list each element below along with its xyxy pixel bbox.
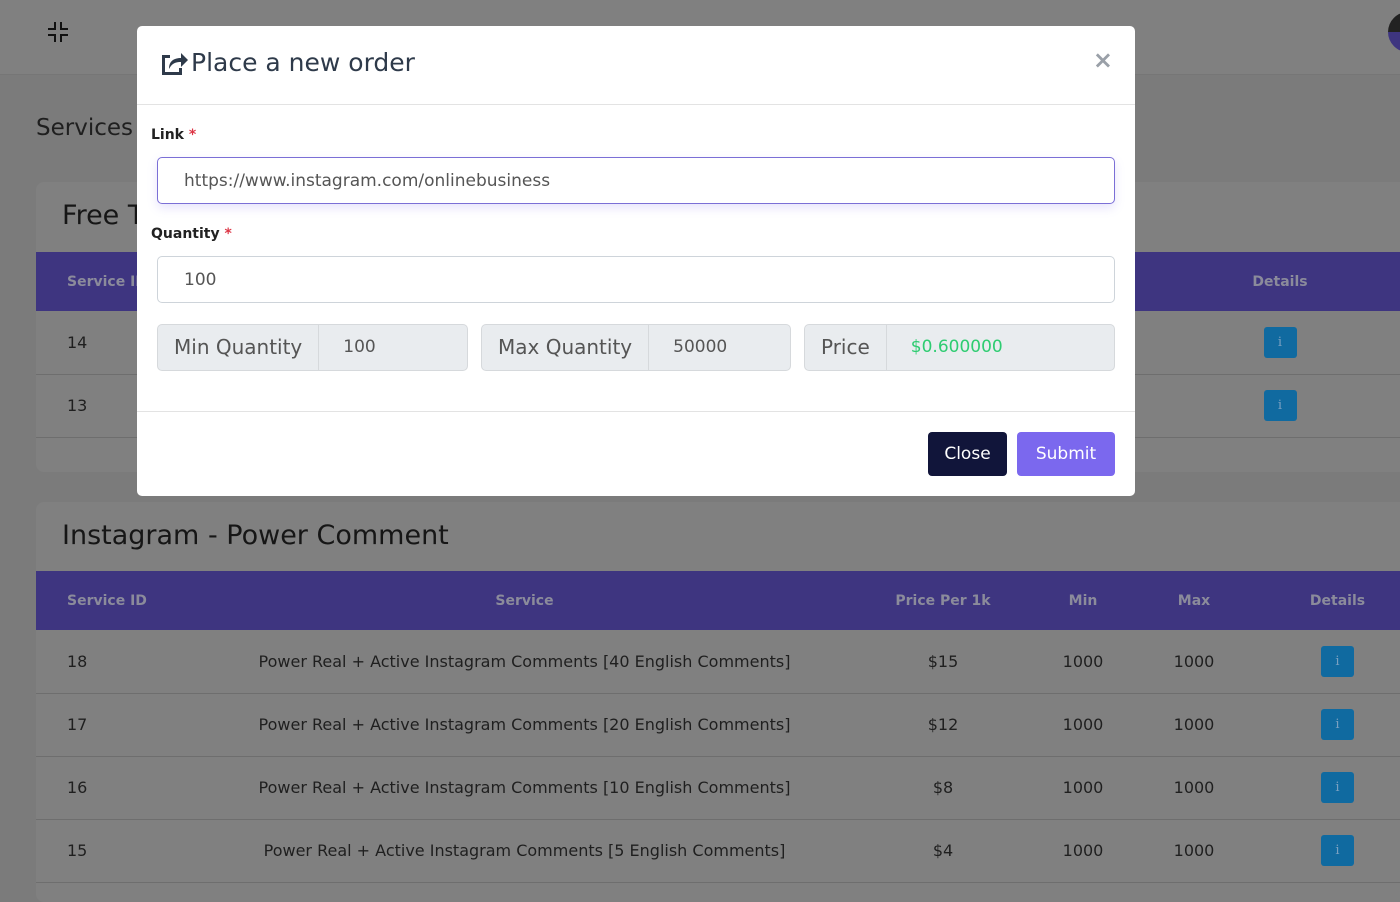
service-name: Power Real + Active Instagram Comments [… — [216, 819, 833, 883]
min: 1000 — [1053, 630, 1113, 694]
info-button[interactable]: i — [1263, 390, 1297, 421]
table-row: 16 Power Real + Active Instagram Comment… — [36, 756, 1400, 820]
col-service: Service — [216, 571, 833, 630]
avatar[interactable] — [1388, 12, 1400, 52]
close-button[interactable]: Close — [928, 432, 1007, 476]
service-id: 17 — [36, 693, 216, 757]
min-quantity-label: Min Quantity — [158, 325, 320, 370]
service-name: Power Real + Active Instagram Comments [… — [216, 630, 833, 694]
link-label: Link * — [151, 127, 197, 143]
price-per-1k: $8 — [833, 756, 1053, 820]
min: 1000 — [1053, 693, 1113, 757]
col-price: Price Per 1k — [833, 571, 1053, 630]
collapse-icon[interactable] — [46, 20, 70, 44]
info-button[interactable]: i — [1321, 772, 1354, 803]
service-name: Power Real + Active Instagram Comments [… — [216, 756, 833, 820]
col-details: Details — [1275, 571, 1400, 630]
price-label: Price — [805, 325, 887, 370]
service-id: 16 — [36, 756, 216, 820]
col-max: Max — [1113, 571, 1275, 630]
service-id: 15 — [36, 819, 216, 883]
page-title: Services — [36, 115, 133, 141]
max-quantity-label: Max Quantity — [482, 325, 650, 370]
card-title: Free T — [62, 200, 145, 231]
service-name: Power Real + Active Instagram Comments [… — [216, 693, 833, 757]
table-row: 18 Power Real + Active Instagram Comment… — [36, 630, 1400, 694]
min-quantity-value: 100 — [343, 337, 376, 357]
info-button[interactable]: i — [1263, 326, 1297, 358]
col-min: Min — [1053, 571, 1113, 630]
modal-footer-divider — [137, 411, 1135, 412]
price-per-1k: $15 — [833, 630, 1053, 694]
info-button[interactable]: i — [1321, 835, 1354, 866]
service-id: 18 — [36, 630, 216, 694]
price-group: Price $0.600000 — [804, 324, 1115, 371]
min: 1000 — [1053, 756, 1113, 820]
info-button[interactable]: i — [1321, 709, 1354, 740]
table-row: 17 Power Real + Active Instagram Comment… — [36, 693, 1400, 757]
col-details: Details — [1200, 252, 1400, 311]
max: 1000 — [1113, 756, 1275, 820]
submit-button[interactable]: Submit — [1017, 432, 1115, 476]
max-quantity-value: 50000 — [673, 337, 728, 357]
max: 1000 — [1113, 630, 1275, 694]
table-row: 15 Power Real + Active Instagram Comment… — [36, 819, 1400, 883]
place-order-modal: Place a new order × Link * Quantity * Mi… — [137, 26, 1135, 496]
link-input[interactable] — [157, 157, 1115, 204]
price-per-1k: $4 — [833, 819, 1053, 883]
price-value: $0.600000 — [910, 337, 1003, 357]
price-per-1k: $12 — [833, 693, 1053, 757]
quantity-input[interactable] — [157, 256, 1115, 303]
max: 1000 — [1113, 693, 1275, 757]
quantity-label: Quantity * — [151, 226, 232, 242]
instagram-power-comment-card: Instagram - Power Comment Service ID Ser… — [36, 502, 1400, 902]
min-quantity-group: Min Quantity 100 — [157, 324, 468, 371]
card-title: Instagram - Power Comment — [62, 520, 449, 551]
modal-title: Place a new order — [191, 48, 415, 77]
max: 1000 — [1113, 819, 1275, 883]
col-service-id: Service ID — [36, 571, 216, 630]
info-button[interactable]: i — [1321, 645, 1354, 677]
max-quantity-group: Max Quantity 50000 — [481, 324, 791, 371]
share-icon — [162, 52, 188, 75]
close-icon[interactable]: × — [1093, 46, 1113, 74]
min: 1000 — [1053, 819, 1113, 883]
